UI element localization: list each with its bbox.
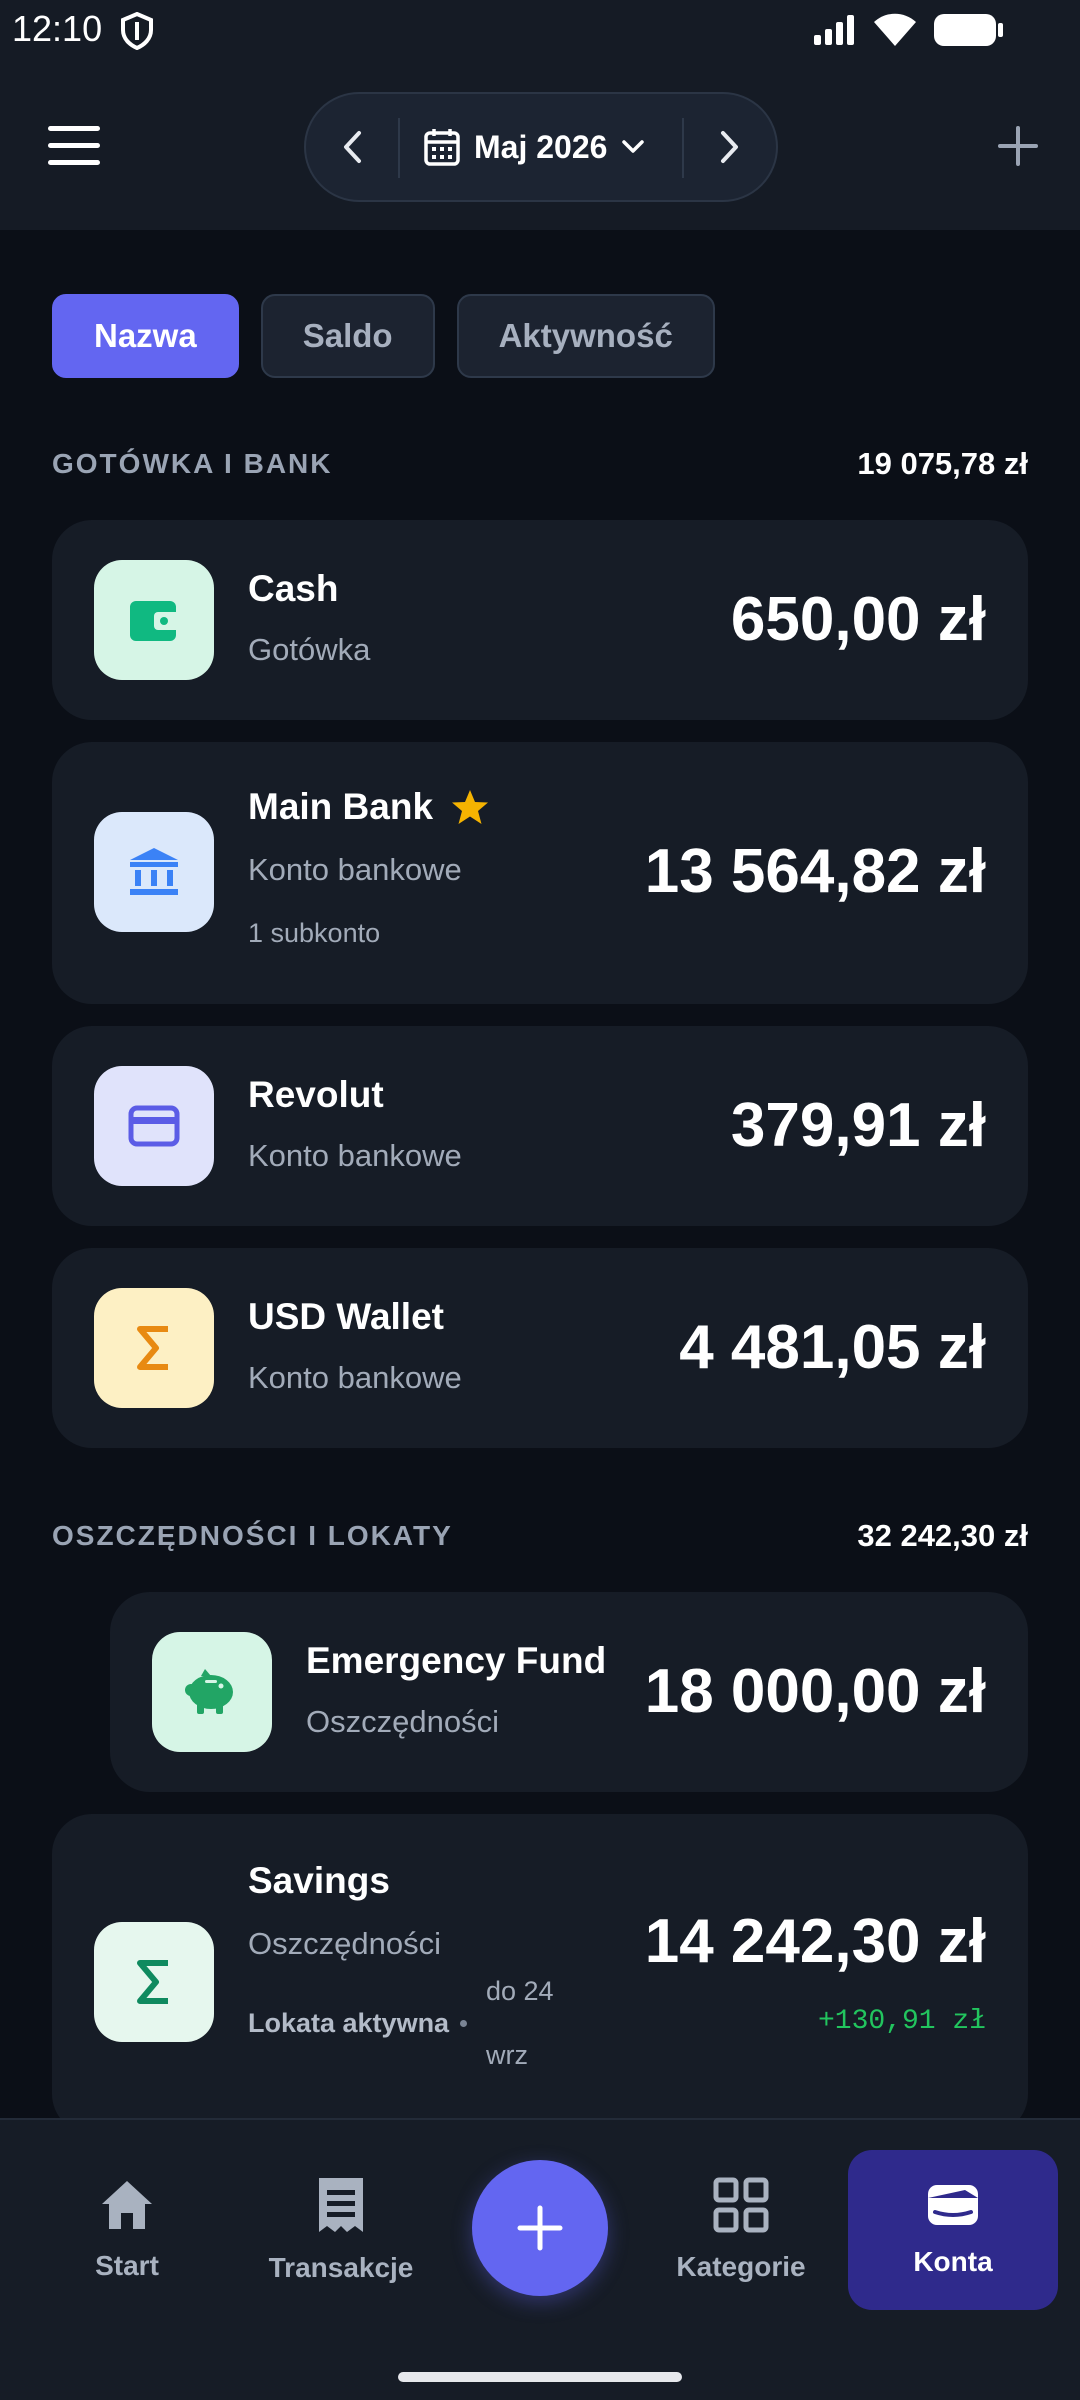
sigma-icon [94,1922,214,2042]
month-dropdown[interactable]: Maj 2026 [424,94,645,200]
month-label: Maj 2026 [474,128,608,165]
account-balance: 18 000,00 zł [644,1657,986,1726]
nav-categories[interactable]: Kategorie [636,2150,846,2310]
wallet-card-icon [928,2185,978,2225]
status-time: 12:10 [12,8,103,49]
account-card-revolut[interactable]: Revolut Konto bankowe 379,91 zł [52,1026,1028,1226]
sort-tabs: Nazwa Saldo Aktywność [52,294,715,378]
nav-start[interactable]: Start [22,2150,232,2310]
nav-accounts[interactable]: Konta [848,2150,1058,2310]
account-card-emergency-fund[interactable]: Emergency Fund Oszczędności 18 000,00 zł [110,1592,1028,1792]
interest-gain: +130,91 zł [817,2006,986,2037]
favorite-star-icon [452,790,489,824]
deposit-status: Lokata aktywna [248,2008,450,2038]
menu-icon [48,126,100,131]
section-total: 19 075,78 zł [857,446,1028,481]
chevron-down-icon [622,140,645,153]
account-name: Savings [248,1860,390,1901]
previous-month-button[interactable] [306,94,398,200]
receipt-icon [319,2178,363,2232]
account-card-cash[interactable]: Cash Gotówka 650,00 zł [52,520,1028,720]
account-name: Emergency Fund [306,1640,607,1681]
nav-label: Transakcje [268,2252,414,2283]
account-card-savings[interactable]: Savings Oszczędności Lokata aktywna do 2… [52,1814,1028,2134]
piggy-bank-icon [152,1632,272,1752]
add-transaction-button[interactable] [472,2160,608,2296]
home-icon [102,2181,152,2229]
section-title: OSZCZĘDNOŚCI I LOKATY [52,1520,453,1551]
chevron-right-icon [721,131,738,163]
account-type: Konto bankowe [248,1138,462,1173]
add-account-button[interactable] [990,118,1046,174]
sort-tab-balance[interactable]: Saldo [260,294,435,378]
account-type: Konto bankowe [248,1360,462,1395]
credit-card-icon [94,1066,214,1186]
account-balance: 14 242,30 zł [644,1907,986,1976]
bank-icon [94,812,214,932]
section-header-cash-bank: GOTÓWKA I BANK 19 075,78 zł [52,446,1028,482]
status-indicators [812,12,1004,53]
chevron-left-icon [344,131,361,163]
deposit-until: do 24 [486,1976,554,2006]
wifi-icon [872,12,918,53]
battery-icon [932,12,1004,53]
sort-tab-activity[interactable]: Aktywność [456,294,715,378]
deposit-until: wrz [486,2040,528,2070]
account-name: Revolut [248,1074,384,1115]
bottom-nav: Start Transakcje Kategorie Konta [0,2118,1080,2400]
account-name: Main Bank [248,786,489,828]
nav-transactions[interactable]: Transakcje [236,2150,446,2310]
wallet-icon [94,560,214,680]
account-card-usd-wallet[interactable]: USD Wallet Konto bankowe 4 481,05 zł [52,1248,1028,1448]
account-card-main-bank[interactable]: Main Bank Konto bankowe 1 subkonto 13 56… [52,742,1028,1004]
next-month-button[interactable] [684,94,776,200]
account-name: Cash [248,568,339,609]
nav-label: Konta [913,2246,993,2277]
menu-button[interactable] [48,126,100,166]
section-total: 32 242,30 zł [857,1518,1028,1553]
month-selector: Maj 2026 [304,92,778,202]
account-type: Konto bankowe [248,852,462,887]
home-indicator [398,2372,682,2382]
grid-icon [713,2177,769,2233]
nav-label: Kategorie [676,2251,806,2282]
plus-icon [517,2205,563,2251]
account-type: Gotówka [248,632,371,667]
account-type: Oszczędności [248,1926,441,1961]
account-type: Oszczędności [306,1704,499,1739]
plus-icon [998,126,1038,166]
sort-tab-name[interactable]: Nazwa [52,294,239,378]
sigma-icon [94,1288,214,1408]
nav-label: Start [95,2250,159,2281]
account-balance: 650,00 zł [730,585,986,654]
calendar-icon [424,129,460,166]
app-header: Maj 2026 [0,62,1080,230]
account-name: USD Wallet [248,1296,444,1337]
pill-divider [398,118,400,178]
account-balance: 13 564,82 zł [644,837,986,906]
account-balance: 379,91 zł [730,1091,986,1160]
shield-icon [120,11,154,55]
section-title: GOTÓWKA I BANK [52,448,333,479]
section-header-savings: OSZCZĘDNOŚCI I LOKATY 32 242,30 zł [52,1518,1028,1554]
subaccount-count: 1 subkonto [248,918,381,948]
account-balance: 4 481,05 zł [679,1313,986,1382]
signal-icon [812,13,858,52]
separator-dot [460,2020,467,2027]
status-bar: 12:10 [0,0,1080,62]
